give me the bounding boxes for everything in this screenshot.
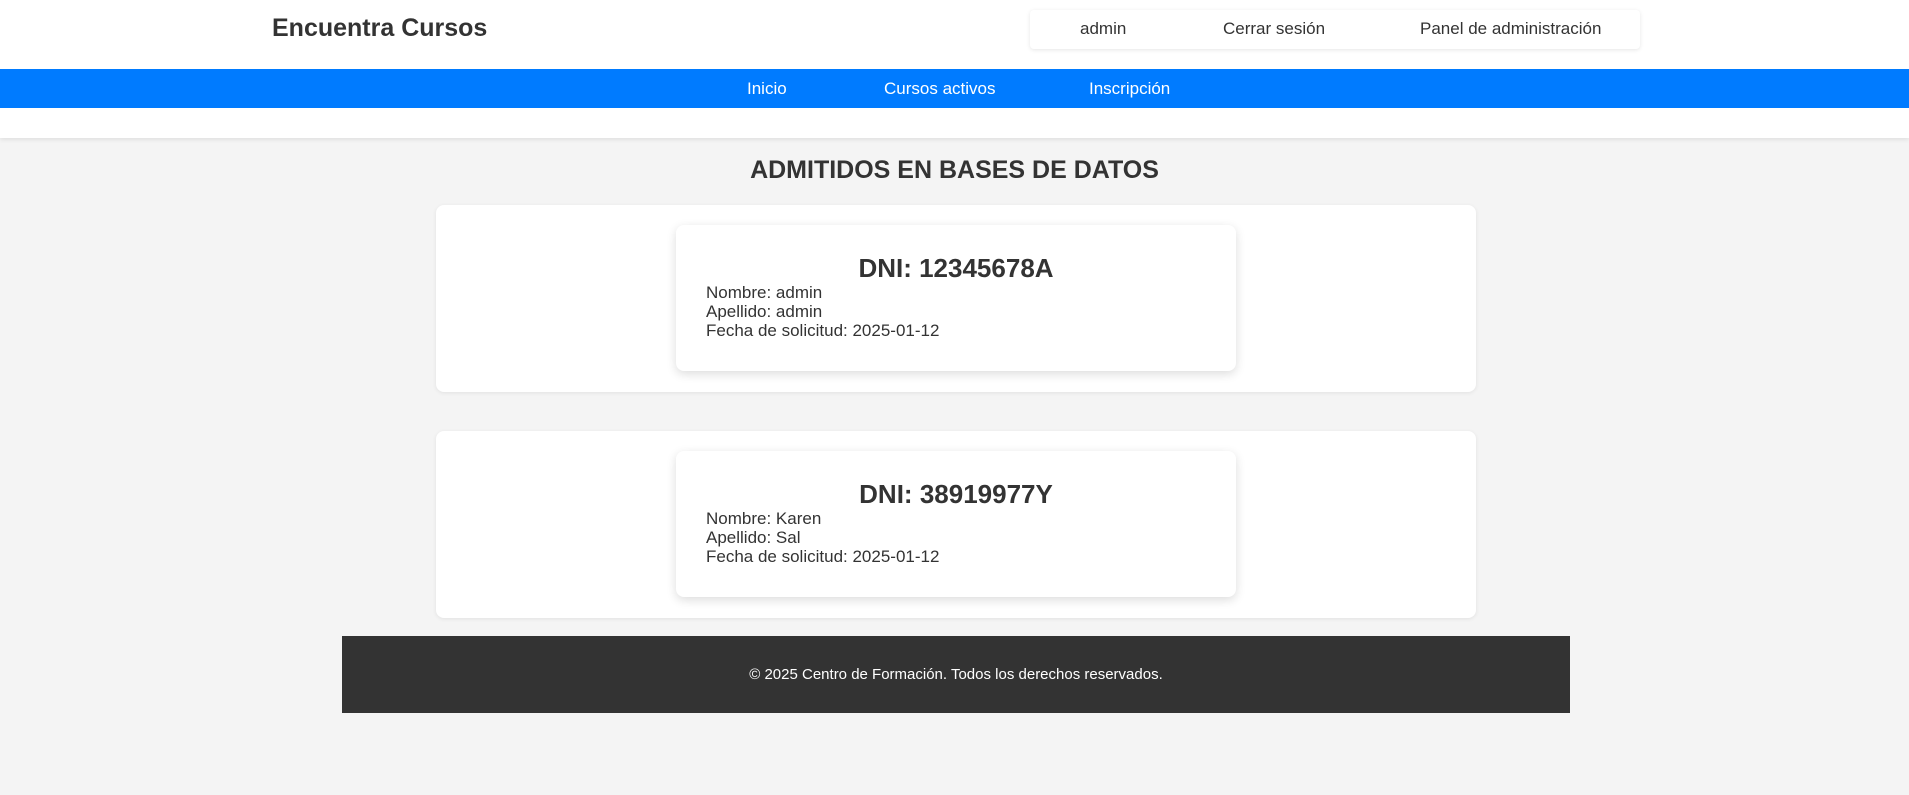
record-dni: DNI: 12345678A	[858, 253, 1054, 283]
site-footer: © 2025 Centro de Formación. Todos los de…	[342, 636, 1570, 713]
record-fecha: Fecha de solicitud: 2025-01-12	[706, 321, 940, 340]
record-nombre: Nombre: Karen	[706, 509, 822, 528]
site-header: Encuentra Cursos admin Cerrar sesión Pan…	[0, 0, 1909, 138]
footer-copyright: © 2025 Centro de Formación. Todos los de…	[749, 666, 1163, 683]
page-title: ADMITIDOS EN BASES DE DATOS	[750, 156, 1159, 184]
nav-item-inscripcion[interactable]: Inscripción	[1089, 79, 1170, 99]
record-fecha: Fecha de solicitud: 2025-01-12	[706, 547, 940, 566]
record-nombre: Nombre: admin	[706, 283, 823, 302]
site-brand[interactable]: Encuentra Cursos	[272, 14, 487, 43]
nav-item-inicio[interactable]: Inicio	[747, 79, 787, 99]
record-apellido: Apellido: Sal	[706, 528, 801, 547]
record-detail: DNI: 12345678A Nombre: admin Apellido: a…	[676, 225, 1236, 371]
user-menu: admin Cerrar sesión Panel de administrac…	[1030, 10, 1640, 49]
main-navbar: Inicio Cursos activos Inscripción	[0, 69, 1909, 108]
admin-panel-link[interactable]: Panel de administración	[1420, 19, 1601, 39]
record-dni: DNI: 38919977Y	[859, 479, 1053, 509]
nav-item-cursos-activos[interactable]: Cursos activos	[884, 79, 995, 99]
record-apellido: Apellido: admin	[706, 302, 823, 321]
record-detail: DNI: 38919977Y Nombre: Karen Apellido: S…	[676, 451, 1236, 597]
logout-link[interactable]: Cerrar sesión	[1223, 19, 1325, 39]
user-menu-username[interactable]: admin	[1080, 19, 1126, 39]
record-card: DNI: 38919977Y Nombre: Karen Apellido: S…	[436, 431, 1476, 618]
record-card: DNI: 12345678A Nombre: admin Apellido: a…	[436, 205, 1476, 392]
